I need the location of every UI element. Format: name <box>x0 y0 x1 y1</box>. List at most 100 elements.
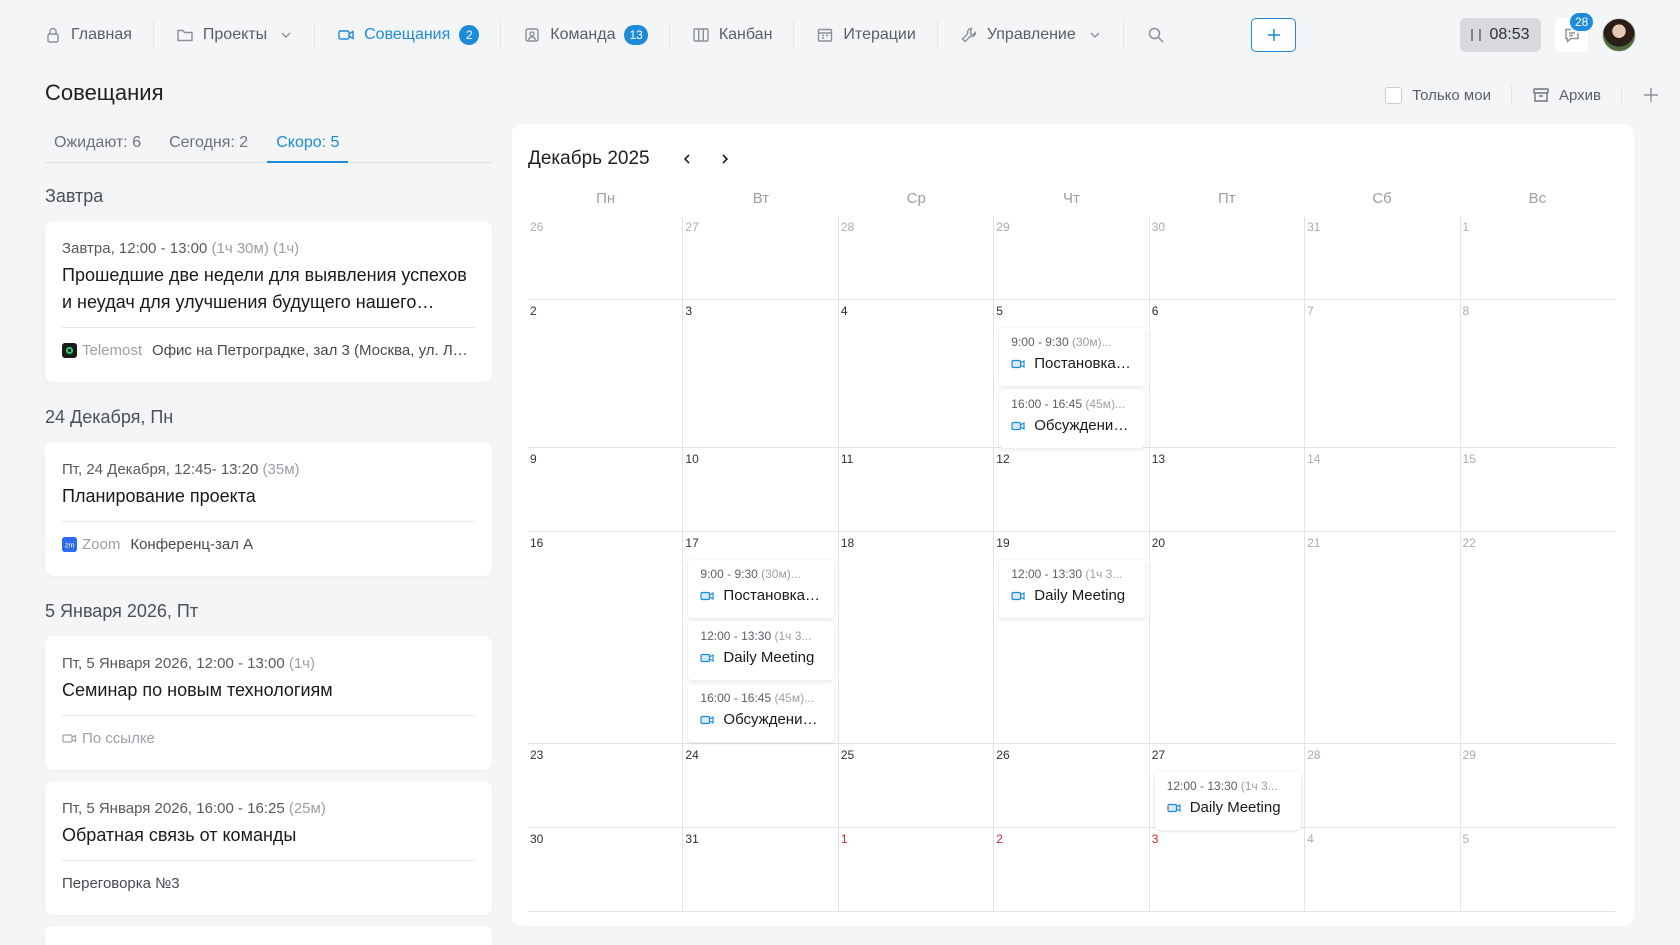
calendar-day-cell[interactable]: 3 <box>683 300 839 447</box>
day-number: 3 <box>685 304 693 318</box>
meeting-time-range: Пт, 24 Декабря, 12:45- 13:20 <box>62 461 259 478</box>
calendar-day-cell[interactable]: 26 <box>528 216 684 299</box>
calendar-day-cell[interactable]: 15 <box>1461 448 1615 531</box>
nav-item-home[interactable]: Главная <box>0 0 154 70</box>
day-number: 3 <box>1151 832 1159 846</box>
meeting-time: Пт, 24 Декабря, 12:45- 13:20 (35м) <box>62 461 475 478</box>
meeting-card[interactable] <box>45 926 492 945</box>
calendar-day-cell[interactable]: 21 <box>1305 532 1461 743</box>
day-number: 17 <box>685 536 699 550</box>
calendar-day-cell[interactable]: 17 9:00 - 9:30 (30м)... Постановка задач н… <box>683 532 839 743</box>
calendar-day-cell[interactable]: 1 <box>839 828 995 911</box>
calendar-day-cell[interactable]: 28 <box>1305 744 1461 827</box>
search-button[interactable] <box>1124 0 1188 70</box>
calendar-day-cell[interactable]: 23 <box>528 744 684 827</box>
calendar-day-cell[interactable]: 16 <box>528 532 684 743</box>
calendar-day-cell[interactable]: 30 <box>1150 216 1306 299</box>
day-number: 19 <box>996 536 1010 550</box>
archive-button[interactable]: Архив <box>1512 85 1622 105</box>
calendar-event[interactable]: 12:00 - 13:30 (1ч 3... Daily Meeting <box>688 622 835 680</box>
calendar-day-cell[interactable]: 2 <box>994 828 1150 911</box>
calendar-day-cell[interactable]: 5 <box>1461 828 1615 911</box>
calendar-event[interactable]: 9:00 - 9:30 (30м)... Постановка задач на … <box>999 328 1146 386</box>
day-number: 18 <box>840 536 855 550</box>
calendar-day-cell[interactable]: 2 <box>528 300 684 447</box>
calendar-day-cell[interactable]: 9 <box>528 448 684 531</box>
calendar-day-cell[interactable]: 11 <box>839 448 995 531</box>
calendar-day-cell[interactable]: 22 <box>1461 532 1615 743</box>
calendar-day-cell[interactable]: 26 <box>994 744 1150 827</box>
time-tracker-button[interactable]: 08:53 <box>1460 18 1541 52</box>
meeting-time: Пт, 5 Января 2026, 12:00 - 13:00 (1ч) <box>62 655 475 672</box>
calendar-day-cell[interactable]: 14 <box>1305 448 1461 531</box>
calendar-event[interactable]: 16:00 - 16:45 (45м)... Обсуждение результ… <box>688 684 835 742</box>
nav-item-label: Итерации <box>843 26 916 43</box>
calendar-day-cell[interactable]: 28 <box>839 216 995 299</box>
calendar-day-cell[interactable]: 19 12:00 - 13:30 (1ч 3... Daily Meeting <box>994 532 1150 743</box>
calendar-day-cell[interactable]: 31 <box>683 828 839 911</box>
add-meeting-button[interactable] <box>1622 86 1680 104</box>
calendar-event[interactable]: 12:00 - 13:30 (1ч 3... Daily Meeting <box>999 560 1146 618</box>
calendar-day-cell[interactable]: 4 <box>839 300 995 447</box>
next-month-button[interactable] <box>716 150 734 168</box>
calendar-day-cell[interactable]: 7 <box>1305 300 1461 447</box>
calendar-day-cell[interactable]: 13 <box>1150 448 1306 531</box>
nav-item-team[interactable]: Команда 13 <box>501 0 670 70</box>
meeting-card[interactable]: Пт, 5 Января 2026, 16:00 - 16:25 (25м) О… <box>45 781 492 915</box>
meeting-title: Планирование проекта <box>62 486 256 506</box>
place-name: Конференц-зал А <box>130 536 254 553</box>
tab-soon[interactable]: Скоро: 5 <box>267 126 349 163</box>
weekday-label: Чт <box>1063 190 1080 207</box>
nav-item-kanban[interactable]: Канбан <box>670 0 795 70</box>
day-number: 10 <box>685 452 699 466</box>
provider-name: Zoom <box>82 536 121 553</box>
calendar-day-cell[interactable]: 8 <box>1461 300 1615 447</box>
create-button[interactable] <box>1251 18 1296 52</box>
only-mine-checkbox[interactable] <box>1385 86 1403 104</box>
calendar-day-cell[interactable]: 4 <box>1305 828 1461 911</box>
nav-item-meetings[interactable]: Совещания 2 <box>315 0 502 70</box>
nav-item-iterations[interactable]: Итерации <box>794 0 939 70</box>
meeting-card[interactable]: Пт, 24 Декабря, 12:45- 13:20 (35м) Плани… <box>45 442 492 576</box>
calendar-event[interactable]: 9:00 - 9:30 (30м)... Постановка задач на … <box>688 560 835 618</box>
day-number: 27 <box>685 220 699 234</box>
calendar-day-cell[interactable]: 12 <box>994 448 1150 531</box>
nav-item-label: Команда <box>550 26 616 43</box>
calendar-day-cell[interactable]: 1 <box>1461 216 1615 299</box>
calendar-day-cell[interactable]: 31 <box>1305 216 1461 299</box>
meeting-card[interactable]: Завтра, 12:00 - 13:00 (1ч 30м) (1ч) Прош… <box>45 221 492 382</box>
only-mine-toggle[interactable]: Только мои <box>1385 85 1512 105</box>
calendar-day-cell[interactable]: 3 <box>1150 828 1306 911</box>
place-name: Переговорка №3 <box>62 875 180 892</box>
tab-today[interactable]: Сегодня: 2 <box>160 126 257 163</box>
calendar-day-cell[interactable]: 29 <box>1461 744 1615 827</box>
tab-pending[interactable]: Ожидают: 6 <box>45 126 150 163</box>
avatar[interactable] <box>1602 18 1636 52</box>
calendar-day-cell[interactable]: 27 <box>683 216 839 299</box>
calendar-day-cell[interactable]: 25 <box>839 744 995 827</box>
nav-item-management[interactable]: Управление <box>938 0 1124 70</box>
meeting-title: Обратная связь от команды <box>62 825 297 845</box>
weekday-label: Пт <box>1217 190 1236 207</box>
top-navigation: Главная Проекты Совещания 2 Команда 13 К… <box>0 0 1680 70</box>
event-title: Daily Meeting <box>1034 587 1126 604</box>
day-number: 23 <box>530 748 544 762</box>
nav-item-projects[interactable]: Проекты <box>154 0 316 70</box>
count-badge: 13 <box>624 25 648 45</box>
calendar-day-cell[interactable]: 30 <box>528 828 684 911</box>
calendar-event[interactable]: 12:00 - 13:30 (1ч 3... Daily Meeting <box>1154 772 1301 830</box>
calendar-day-cell[interactable]: 27 12:00 - 13:30 (1ч 3... Daily Meeting <box>1150 744 1306 830</box>
calendar-day-cell[interactable]: 20 <box>1150 532 1306 743</box>
meeting-duration: (1ч 30м) (1ч) <box>211 240 300 257</box>
calendar-event[interactable]: 16:00 - 16:45 (45м)... Обсуждение результ… <box>999 390 1146 448</box>
event-title: Обсуждение результатов <box>1034 417 1133 434</box>
calendar-day-cell[interactable]: 5 9:00 - 9:30 (30м)... Постановка задач на… <box>994 300 1150 448</box>
prev-month-button[interactable] <box>678 150 696 168</box>
calendar-day-cell[interactable]: 18 <box>839 532 995 743</box>
meeting-card[interactable]: Пт, 5 Января 2026, 12:00 - 13:00 (1ч) Се… <box>45 636 492 770</box>
event-time-range: 12:00 - 13:30 <box>1011 567 1082 581</box>
calendar-day-cell[interactable]: 6 <box>1150 300 1306 447</box>
calendar-day-cell[interactable]: 10 <box>683 448 839 531</box>
calendar-day-cell[interactable]: 29 <box>994 216 1150 299</box>
calendar-day-cell[interactable]: 24 <box>683 744 839 827</box>
